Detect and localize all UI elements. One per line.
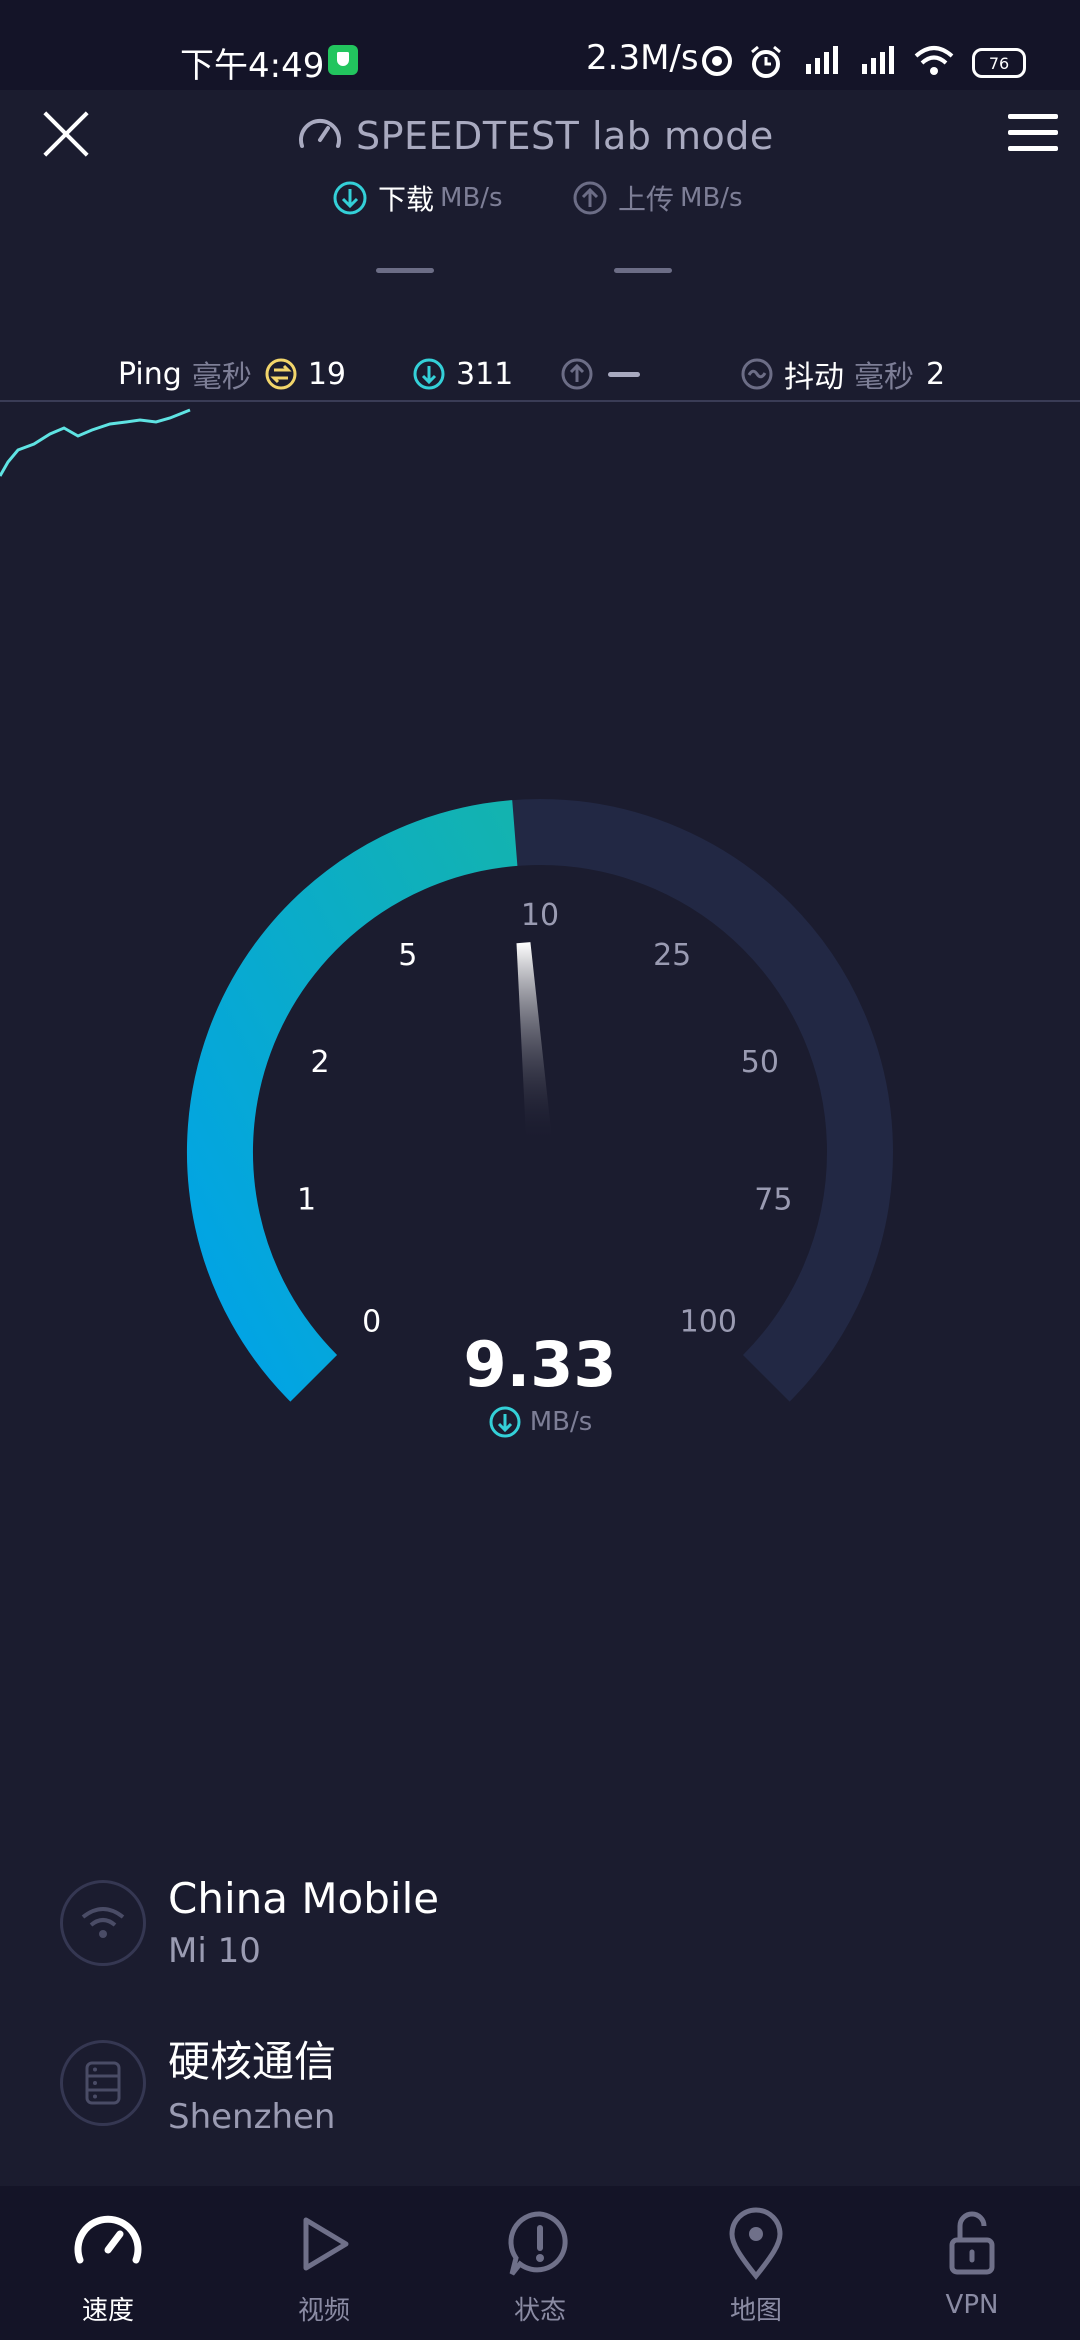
upload-ping-dash: [608, 371, 640, 377]
upload-unit: MB/s: [680, 183, 743, 213]
jitter-label: 抖动: [784, 360, 844, 395]
server-city: Shenzhen: [168, 2097, 336, 2137]
download-ping-icon: [413, 358, 445, 390]
server-name: 硬核通信: [168, 2037, 337, 2086]
status-bar: 下午4:49 2.3M/s 76: [0, 0, 1080, 90]
alert-bubble-icon: [508, 2211, 568, 2276]
speedometer-icon: [74, 2215, 142, 2264]
nav-label-vpn: VPN: [945, 2290, 999, 2320]
nav-item-video[interactable]: 视频: [216, 2186, 432, 2340]
nav-label-status: 状态: [513, 2296, 566, 2326]
download-ping-stat: 311: [412, 346, 513, 402]
signal-icon-sim1: [806, 46, 838, 74]
nav-label-video: 视频: [297, 2296, 350, 2326]
signal-icon-sim2: [862, 46, 894, 74]
gauge-tick-label: 50: [741, 1045, 779, 1080]
device-name: Mi 10: [168, 1931, 261, 1971]
gauge-tick-label: 10: [521, 898, 559, 933]
wifi-icon: [81, 1906, 125, 1938]
upload-unit-toggle[interactable]: 上传 MB/s: [572, 178, 743, 218]
upload-label: 上传: [618, 183, 675, 216]
title-text: SPEEDTEST lab mode: [356, 114, 774, 158]
jitter-value: 2: [926, 356, 946, 392]
gauge-progress-arc: [186, 800, 518, 1402]
status-net-speed: 2.3M/s: [586, 38, 699, 78]
bottom-navigation: 速度 视频 状态 地图 VPN: [0, 2186, 1080, 2340]
server-info[interactable]: 硬核通信 Shenzhen: [60, 2028, 1020, 2137]
gauge-tick-label: 2: [311, 1045, 330, 1080]
close-button[interactable]: [40, 108, 92, 160]
gauge-tick-label: 1: [297, 1182, 316, 1217]
app-title: SPEEDTEST lab mode: [296, 106, 774, 166]
gauge-tick-label: 75: [754, 1182, 792, 1217]
status-time: 下午4:49: [180, 46, 325, 86]
gauge-tick-label: 5: [398, 938, 417, 973]
speed-value: 9.33: [463, 1328, 617, 1401]
speedometer-icon: [299, 118, 341, 148]
idle-ping-icon: [265, 358, 297, 390]
gauge-tick-label: 25: [653, 938, 691, 973]
nav-label-speed: 速度: [81, 2296, 134, 2326]
upload-arrow-icon: [573, 181, 607, 215]
ping-label: Ping: [118, 356, 182, 392]
play-icon: [303, 2217, 349, 2271]
ping-unit: 毫秒: [191, 360, 252, 395]
wifi-icon: [914, 46, 954, 75]
alarm-icon: [751, 45, 781, 78]
download-ping-value: 311: [456, 356, 514, 392]
server-icon-badge: [60, 2039, 146, 2126]
wifi-icon-badge: [60, 1879, 146, 1966]
provider-info[interactable]: China Mobile Mi 10: [60, 1874, 1020, 1971]
unlock-icon: [949, 2211, 995, 2275]
provider-name: China Mobile: [168, 1874, 440, 1923]
jitter-stat: 抖动 毫秒 2: [740, 346, 945, 402]
jitter-icon: [741, 358, 773, 390]
speed-graph-line: [0, 408, 191, 477]
upload-ping-icon: [561, 358, 593, 390]
nav-item-vpn[interactable]: VPN: [864, 2186, 1080, 2340]
download-unit: MB/s: [440, 183, 503, 213]
shield-icon: [328, 45, 358, 75]
nav-item-speed[interactable]: 速度: [0, 2186, 216, 2340]
download-arrow-icon: [489, 1406, 521, 1438]
download-label: 下载: [378, 183, 435, 216]
hotspot-icon: [702, 46, 732, 76]
speed-unit: MB/s: [529, 1407, 593, 1437]
upload-ping-stat: [560, 346, 640, 402]
download-arrow-icon: [333, 181, 367, 215]
server-icon: [85, 2061, 121, 2104]
gauge-needle: [516, 942, 553, 1144]
nav-item-map[interactable]: 地图: [648, 2186, 864, 2340]
gauge-readout: 9.33 MB/s: [340, 1328, 740, 1439]
menu-button[interactable]: [1008, 114, 1060, 154]
nav-label-map: 地图: [729, 2296, 782, 2326]
download-result-placeholder: [376, 268, 434, 273]
nav-item-status[interactable]: 状态: [432, 2186, 648, 2340]
jitter-unit: 毫秒: [854, 360, 914, 395]
ping-value: 19: [307, 356, 347, 392]
battery-level: 76: [988, 53, 1010, 73]
download-unit-toggle[interactable]: 下载 MB/s: [332, 178, 503, 218]
upload-result-placeholder: [614, 268, 672, 273]
map-pin-icon: [729, 2207, 783, 2281]
battery-icon: 76: [972, 48, 1026, 78]
